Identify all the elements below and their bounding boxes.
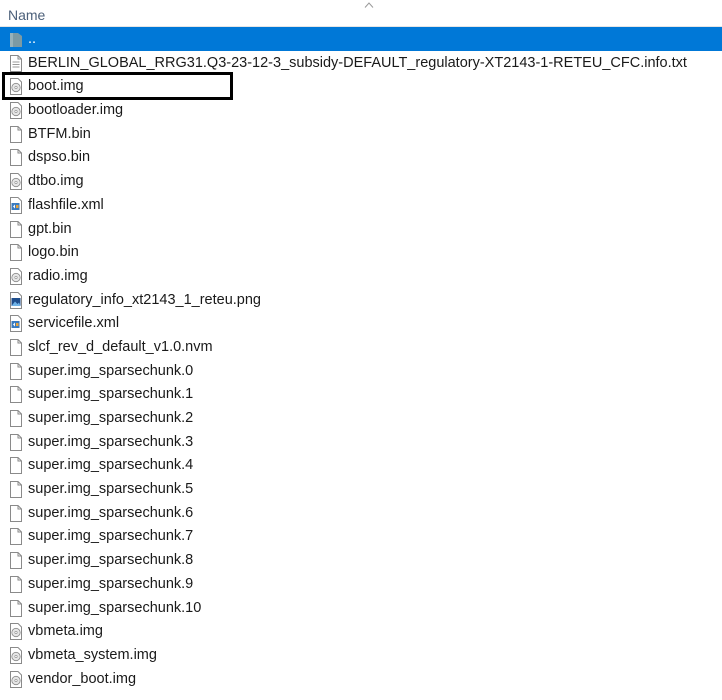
file-row[interactable]: dtbo.img [0,169,722,193]
file-row[interactable]: super.img_sparsechunk.10 [0,596,722,620]
disc-image-icon [9,173,23,191]
name-column-header[interactable]: Name [8,7,45,23]
file-icon [9,338,23,356]
file-icon [9,457,23,475]
file-name: vendor_boot.img [28,670,137,687]
file-row[interactable]: super.img_sparsechunk.3 [0,430,722,454]
file-name: flashfile.xml [28,196,104,213]
file-name: bootloader.img [28,102,124,119]
file-name: gpt.bin [28,220,72,237]
file-name: boot.img [28,78,84,95]
file-name: vbmeta.img [28,623,103,640]
file-name: super.img_sparsechunk.6 [28,504,194,521]
file-name: .. [28,31,37,47]
file-row[interactable]: vbmeta_system.img [0,643,722,667]
file-name: super.img_sparsechunk.5 [28,481,194,498]
file-icon [9,481,23,499]
image-file-icon [9,291,23,309]
file-name: servicefile.xml [28,315,120,332]
xml-file-icon [9,315,23,333]
disc-image-icon [9,646,23,664]
parent-directory-row[interactable]: .. [0,27,722,51]
file-icon [9,552,23,570]
file-row[interactable]: BERLIN_GLOBAL_RRG31.Q3-23-12-3_subsidy-D… [0,51,722,75]
file-name: super.img_sparsechunk.7 [28,528,194,545]
file-name: super.img_sparsechunk.10 [28,599,202,616]
file-list: .. BERLIN_GLOBAL_RRG31.Q3-23-12-3_subsidy… [0,27,722,690]
file-name: radio.img [28,267,88,284]
file-row[interactable]: super.img_sparsechunk.2 [0,406,722,430]
file-row[interactable]: super.img_sparsechunk.5 [0,477,722,501]
file-icon [9,220,23,238]
file-name: logo.bin [28,244,79,261]
file-row[interactable]: servicefile.xml [0,311,722,335]
file-name: super.img_sparsechunk.1 [28,386,194,403]
file-icon [9,410,23,427]
file-row[interactable]: super.img_sparsechunk.4 [0,453,722,477]
file-row[interactable]: vbmeta.img [0,619,722,643]
file-name: BTFM.bin [28,125,91,142]
text-file-icon [9,54,23,72]
file-row[interactable]: gpt.bin [0,217,722,241]
file-name: regulatory_info_xt2143_1_reteu.png [28,291,261,308]
file-row[interactable]: super.img_sparsechunk.1 [0,382,722,406]
file-row[interactable]: super.img_sparsechunk.7 [0,524,722,548]
file-name: dtbo.img [28,173,84,190]
file-name: dspso.bin [28,149,91,166]
column-header-bar: Name [0,0,722,27]
file-name: super.img_sparsechunk.4 [28,457,194,474]
file-row[interactable]: flashfile.xml [0,193,722,217]
file-row[interactable]: slcf_rev_d_default_v1.0.nvm [0,335,722,359]
file-row[interactable]: logo.bin [0,240,722,264]
file-row[interactable]: super.img_sparsechunk.6 [0,501,722,525]
disc-image-icon [9,102,23,120]
file-row[interactable]: bootloader.img [0,98,722,122]
file-icon [9,149,23,167]
file-row[interactable]: super.img_sparsechunk.9 [0,572,722,596]
file-row[interactable]: vendor_boot.img [0,667,722,691]
file-row[interactable]: super.img_sparsechunk.0 [0,359,722,383]
file-name: vbmeta_system.img [28,646,157,663]
file-name: slcf_rev_d_default_v1.0.nvm [28,338,213,355]
file-row[interactable]: regulatory_info_xt2143_1_reteu.png [0,288,722,312]
file-icon [9,528,23,546]
file-name: super.img_sparsechunk.0 [28,362,194,379]
disc-image-icon [9,78,23,96]
file-icon [9,433,23,451]
file-icon [9,575,23,593]
file-icon [9,386,23,404]
file-icon [9,599,23,617]
file-icon [9,362,23,380]
file-icon [9,244,23,262]
file-icon [9,125,23,143]
file-explorer-list: Name .. BERLIN_GLOBAL_RRG31.Q3-23-12-3_su… [0,0,722,700]
file-row[interactable]: radio.img [0,264,722,288]
disc-image-icon [9,267,23,285]
file-name: BERLIN_GLOBAL_RRG31.Q3-23-12-3_subsidy-D… [28,54,687,71]
file-row[interactable]: BTFM.bin [0,122,722,146]
sort-ascending-icon [364,2,374,8]
file-row[interactable]: super.img_sparsechunk.8 [0,548,722,572]
parent-folder-icon [9,31,23,48]
file-row[interactable]: dspso.bin [0,145,722,169]
file-name: super.img_sparsechunk.8 [28,552,194,569]
file-icon [9,504,23,522]
file-row[interactable]: boot.img [0,74,722,98]
file-name: super.img_sparsechunk.3 [28,433,194,450]
disc-image-icon [9,623,23,641]
disc-image-icon [9,670,23,688]
file-name: super.img_sparsechunk.2 [28,410,194,426]
file-name: super.img_sparsechunk.9 [28,575,194,592]
xml-file-icon [9,196,23,214]
